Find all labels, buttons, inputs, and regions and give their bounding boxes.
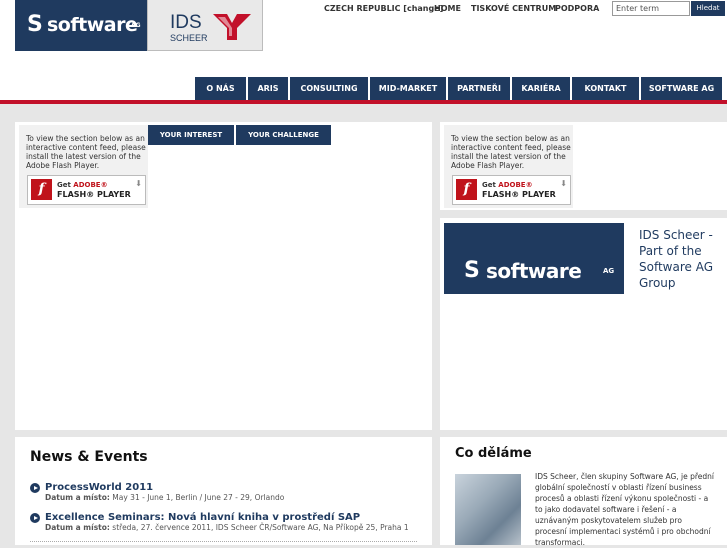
flash-player-label: FLASH® PLAYER bbox=[482, 190, 556, 199]
support-link[interactable]: PODPORA bbox=[555, 4, 599, 13]
ids-scheer-logo[interactable]: IDS SCHEER bbox=[147, 0, 263, 51]
flash-notice-right: To view the section below as an interact… bbox=[444, 125, 573, 208]
home-link[interactable]: HOME bbox=[434, 4, 461, 13]
get-text: Get bbox=[57, 181, 74, 189]
get-flash-player-button[interactable]: f Get ADOBE® FLASH® PLAYER ⬇ bbox=[27, 175, 146, 205]
news-item-meta-value: středa, 27. července 2011, IDS Scheer ČR… bbox=[112, 523, 409, 532]
download-arrow-icon: ⬇ bbox=[135, 179, 142, 188]
flash-player-label: FLASH® PLAYER bbox=[57, 190, 131, 199]
scheer-logo-text: SCHEER bbox=[170, 33, 208, 43]
divider bbox=[30, 541, 417, 542]
nav-item-mid-market[interactable]: MID-MARKET bbox=[370, 77, 446, 100]
get-adobe-label: Get ADOBE® bbox=[482, 181, 533, 189]
nav-item-kontakt[interactable]: KONTAKT bbox=[572, 77, 639, 100]
get-adobe-label: Get ADOBE® bbox=[57, 181, 108, 189]
news-item-meta: Datum a místo: středa, 27. července 2011… bbox=[45, 523, 409, 532]
nav-item-kariera[interactable]: KARIÉRA bbox=[512, 77, 570, 100]
adobe-text: ADOBE® bbox=[498, 181, 533, 189]
software-ag-mark-icon: S bbox=[27, 12, 43, 37]
download-arrow-icon: ⬇ bbox=[560, 179, 567, 188]
flash-notice: To view the section below as an interact… bbox=[19, 125, 148, 208]
adobe-text: ADOBE® bbox=[73, 181, 108, 189]
play-bullet-icon bbox=[30, 513, 40, 523]
flash-logo-icon: f bbox=[456, 179, 477, 200]
interactive-feed-panel: To view the section below as an interact… bbox=[15, 122, 432, 430]
flash-notice-text: To view the section below as an interact… bbox=[26, 134, 146, 170]
nav-item-software-ag[interactable]: SOFTWARE AG bbox=[641, 77, 722, 100]
software-ag-suffix: AG bbox=[603, 267, 615, 275]
accent-bar bbox=[0, 100, 727, 104]
software-ag-mark-icon: S bbox=[464, 258, 480, 283]
ids-part-of-sag-caption: IDS Scheer - Part of the Software AG Gro… bbox=[639, 228, 714, 290]
country-selector-link[interactable]: CZECH REPUBLIC [change] bbox=[324, 4, 443, 13]
what-we-do-heading: Co děláme bbox=[455, 446, 532, 461]
news-events-heading: News & Events bbox=[30, 449, 148, 465]
flash-notice-text-right: To view the section below as an interact… bbox=[451, 134, 571, 170]
date-place-label: Datum a místo: bbox=[45, 493, 110, 502]
press-center-link[interactable]: TISKOVÉ CENTRUM bbox=[471, 4, 556, 13]
software-ag-wordmark: software bbox=[47, 14, 138, 36]
nav-item-o-nas[interactable]: O NÁS bbox=[195, 77, 246, 100]
search-button[interactable]: Hledat bbox=[691, 1, 725, 16]
what-we-do-text: IDS Scheer, člen skupiny Software AG, je… bbox=[535, 472, 715, 547]
date-place-label: Datum a místo: bbox=[45, 523, 110, 532]
nav-item-aris[interactable]: ARIS bbox=[248, 77, 288, 100]
ids-y-mark-icon bbox=[213, 14, 251, 40]
software-ag-wordmark: software bbox=[486, 259, 582, 283]
nav-item-partneri[interactable]: PARTNEŘI bbox=[448, 77, 510, 100]
search-input[interactable] bbox=[612, 1, 690, 16]
play-bullet-icon bbox=[30, 483, 40, 493]
software-ag-banner[interactable]: S software AG bbox=[444, 223, 624, 294]
software-ag-logo[interactable]: S software AG bbox=[15, 0, 147, 51]
tab-your-interest[interactable]: YOUR INTEREST bbox=[148, 125, 234, 145]
software-ag-suffix: AG bbox=[131, 22, 141, 29]
nav-item-consulting[interactable]: CONSULTING bbox=[290, 77, 368, 100]
news-item-title[interactable]: ProcessWorld 2011 bbox=[45, 482, 153, 493]
tab-your-challenge[interactable]: YOUR CHALLENGE bbox=[236, 125, 331, 145]
ids-logo-text: IDS bbox=[170, 12, 202, 33]
right-flash-panel: To view the section below as an interact… bbox=[440, 122, 727, 210]
news-item-title[interactable]: Excellence Seminars: Nová hlavní kniha v… bbox=[45, 512, 360, 523]
flash-logo-icon: f bbox=[31, 179, 52, 200]
get-flash-player-button-right[interactable]: f Get ADOBE® FLASH® PLAYER ⬇ bbox=[452, 175, 571, 205]
get-text: Get bbox=[482, 181, 499, 189]
news-item-meta-value: May 31 - June 1, Berlin / June 27 - 29, … bbox=[112, 493, 285, 502]
handshake-photo bbox=[455, 474, 521, 545]
news-item-meta: Datum a místo: May 31 - June 1, Berlin /… bbox=[45, 493, 284, 502]
